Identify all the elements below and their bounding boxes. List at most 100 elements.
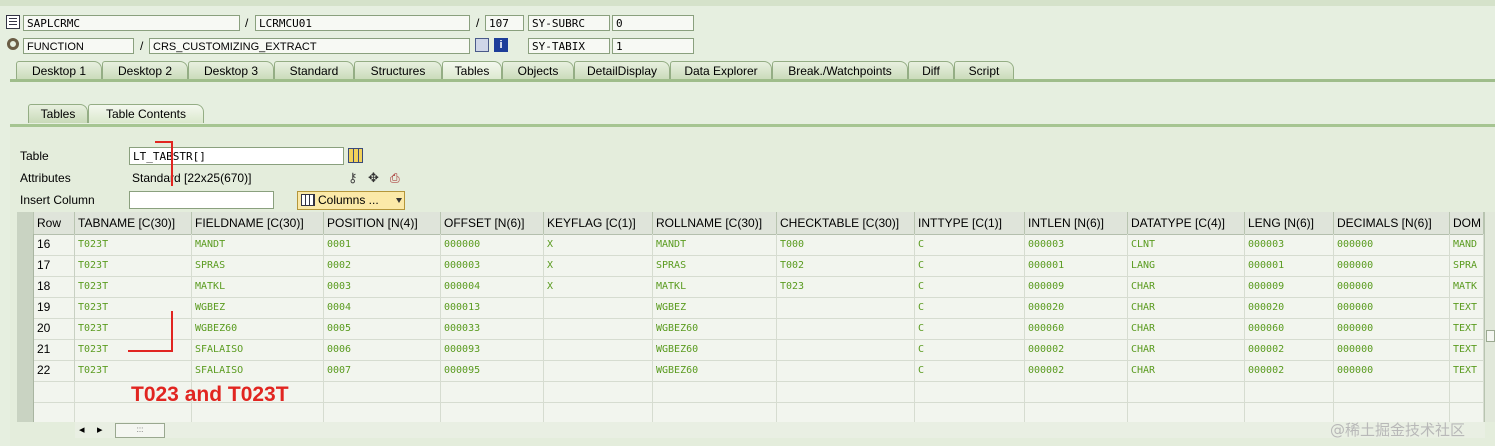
tab-desktop-1[interactable]: Desktop 1 — [16, 61, 102, 80]
table-cell[interactable]: WGBEZ — [653, 297, 777, 318]
table-cell[interactable] — [1245, 402, 1334, 422]
table-cell[interactable] — [915, 402, 1025, 422]
table-row[interactable]: 16 T023T MANDT 0001 000000 X MANDT T000 C 000003 C… — [17, 234, 1495, 256]
column-header[interactable]: POSITION [N(4)] — [324, 212, 441, 234]
row-selector[interactable] — [17, 339, 34, 360]
table-cell[interactable] — [34, 381, 75, 402]
columns-button[interactable]: Columns ... — [297, 191, 405, 210]
table-cell[interactable] — [1128, 381, 1245, 402]
column-header[interactable]: CHECKTABLE [C(30)] — [777, 212, 915, 234]
table-cell[interactable] — [544, 339, 653, 360]
tab-standard[interactable]: Standard — [274, 61, 354, 80]
insert-column-input[interactable] — [129, 191, 274, 209]
info-icon[interactable]: i — [494, 38, 508, 52]
table-cell[interactable]: WGBEZ60 — [653, 360, 777, 381]
table-cell[interactable]: 000060 — [1245, 318, 1334, 339]
table-cell[interactable]: 000002 — [1025, 360, 1128, 381]
table-cell[interactable]: 0005 — [324, 318, 441, 339]
table-cell[interactable] — [777, 339, 915, 360]
vertical-scrollbar[interactable] — [1484, 212, 1495, 422]
tab-break-watchpoints[interactable]: Break./Watchpoints — [772, 61, 908, 80]
horizontal-scrollbar-thumb[interactable]: ::: — [115, 423, 165, 438]
row-number[interactable]: 18 — [34, 276, 75, 297]
table-cell[interactable]: 000000 — [1334, 297, 1450, 318]
table-cell[interactable]: MAND — [1450, 234, 1484, 255]
table-cell[interactable]: CHAR — [1128, 297, 1245, 318]
table-cell[interactable]: T023T — [75, 255, 192, 276]
tab-desktop-2[interactable]: Desktop 2 — [102, 61, 188, 80]
table-cell[interactable]: CHAR — [1128, 339, 1245, 360]
table-cell[interactable] — [1128, 402, 1245, 422]
event-name-field[interactable]: CRS_CUSTOMIZING_EXTRACT — [149, 38, 470, 54]
include-field[interactable]: LCRMCU01 — [255, 15, 470, 31]
table-row[interactable]: 21 T023T SFALAISO 0006 000093 WGBEZ60 C 000002 C… — [17, 339, 1495, 361]
column-header[interactable]: FIELDNAME [C(30)] — [192, 212, 324, 234]
table-cell[interactable]: 000000 — [1334, 234, 1450, 255]
table-cell[interactable] — [1450, 381, 1484, 402]
event-type-field[interactable]: FUNCTION — [23, 38, 134, 54]
table-cell[interactable] — [653, 402, 777, 422]
table-cell[interactable]: 0001 — [324, 234, 441, 255]
table-cell[interactable]: SFALAISO — [192, 360, 324, 381]
tab-structures[interactable]: Structures — [354, 61, 442, 80]
table-cell[interactable]: 000003 — [441, 255, 544, 276]
table-cell[interactable] — [777, 381, 915, 402]
program-field[interactable]: SAPLCRMC — [23, 15, 240, 31]
table-cell[interactable]: 000001 — [1245, 255, 1334, 276]
table-cell[interactable]: CLNT — [1128, 234, 1245, 255]
table-cell[interactable]: TEXT — [1450, 297, 1484, 318]
line-field[interactable]: 107 — [485, 15, 524, 31]
table-cell[interactable]: C — [915, 276, 1025, 297]
table-cell[interactable]: T000 — [777, 234, 915, 255]
table-cell[interactable]: MATKL — [192, 276, 324, 297]
row-selector[interactable] — [17, 276, 34, 297]
table-cell[interactable]: WGBEZ — [192, 297, 324, 318]
row-selector[interactable] — [17, 360, 34, 381]
table-cell[interactable]: WGBEZ60 — [653, 318, 777, 339]
column-header[interactable]: OFFSET [N(6)] — [441, 212, 544, 234]
table-cell[interactable]: SPRAS — [192, 255, 324, 276]
table-cell[interactable]: TEXT — [1450, 360, 1484, 381]
vertical-scrollbar-thumb[interactable] — [1486, 330, 1495, 342]
table-view-icon[interactable] — [348, 148, 363, 163]
table-cell[interactable]: WGBEZ60 — [192, 318, 324, 339]
table-cell[interactable]: 0003 — [324, 276, 441, 297]
table-cell[interactable]: 000013 — [441, 297, 544, 318]
table-cell[interactable] — [777, 360, 915, 381]
table-cell[interactable]: 000002 — [1025, 339, 1128, 360]
table-cell[interactable]: 000033 — [441, 318, 544, 339]
subtab-tables[interactable]: Tables — [28, 104, 88, 123]
table-cell[interactable]: 000002 — [1245, 360, 1334, 381]
table-cell[interactable] — [777, 297, 915, 318]
table-cell[interactable]: 000020 — [1245, 297, 1334, 318]
table-cell[interactable]: 000004 — [441, 276, 544, 297]
table-cell[interactable]: CHAR — [1128, 360, 1245, 381]
table-cell[interactable]: 000060 — [1025, 318, 1128, 339]
table-cell[interactable]: 000009 — [1245, 276, 1334, 297]
table-cell[interactable] — [1334, 381, 1450, 402]
table-row[interactable]: 17 T023T SPRAS 0002 000003 X SPRAS T002 C 000001 L… — [17, 255, 1495, 277]
table-row[interactable]: 19 T023T WGBEZ 0004 000013 WGBEZ C 000020 CHAR 00… — [17, 297, 1495, 319]
table-cell[interactable] — [441, 381, 544, 402]
table-cell[interactable]: 000093 — [441, 339, 544, 360]
tab-desktop-3[interactable]: Desktop 3 — [188, 61, 274, 80]
row-number[interactable]: 17 — [34, 255, 75, 276]
table-cell[interactable] — [544, 381, 653, 402]
column-header[interactable]: TABNAME [C(30)] — [75, 212, 192, 234]
row-selector[interactable] — [17, 318, 34, 339]
table-cell[interactable] — [1025, 402, 1128, 422]
table-cell[interactable]: WGBEZ60 — [653, 339, 777, 360]
table-cell[interactable] — [544, 297, 653, 318]
table-cell[interactable]: TEXT — [1450, 318, 1484, 339]
row-number[interactable]: 19 — [34, 297, 75, 318]
table-cell[interactable]: CHAR — [1128, 318, 1245, 339]
horizontal-scrollbar[interactable]: ◂ ▸ ::: — [75, 422, 1485, 438]
key-icon[interactable]: ⚷ — [348, 171, 362, 185]
table-cell[interactable]: T023T — [75, 234, 192, 255]
column-header[interactable]: DOM — [1450, 212, 1484, 234]
table-cell[interactable]: MATKL — [653, 276, 777, 297]
tab-objects[interactable]: Objects — [502, 61, 574, 80]
table-cell[interactable]: 000000 — [1334, 339, 1450, 360]
table-row[interactable]: 18 T023T MATKL 0003 000004 X MATKL T023 C 000009 C… — [17, 276, 1495, 298]
table-cell[interactable]: 000009 — [1025, 276, 1128, 297]
